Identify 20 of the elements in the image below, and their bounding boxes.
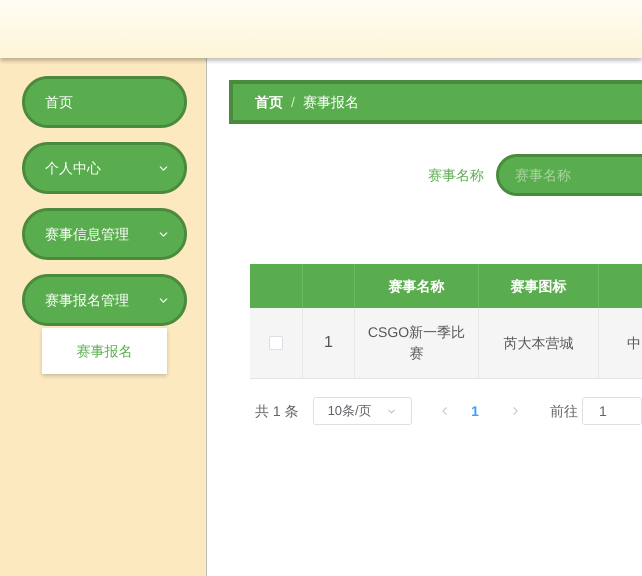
breadcrumb-item: 赛事报名	[302, 92, 359, 112]
breadcrumb-separator: /	[291, 92, 295, 112]
search-label: 赛事名称	[428, 166, 484, 184]
menu-item[interactable]: 赛事报名管理	[22, 274, 187, 326]
menu-item[interactable]: 赛事信息管理	[22, 208, 187, 260]
page-number[interactable]: 1	[471, 400, 479, 422]
goto-page-field[interactable]: 1	[582, 397, 642, 425]
table-cell: 1	[303, 308, 355, 378]
row-checkbox[interactable]	[269, 336, 283, 350]
page-size-select[interactable]: 10条/页	[312, 397, 412, 425]
table-cell: 芮大本营城	[479, 308, 599, 378]
menu-item[interactable]: 首页	[22, 76, 187, 128]
table-cell: 中	[599, 308, 642, 378]
breadcrumb-item[interactable]: 首页	[255, 92, 283, 112]
table-cell: CSGO新一季比赛	[355, 308, 479, 378]
goto-label: 前往	[550, 402, 578, 420]
menu-item[interactable]: 个人中心	[22, 142, 187, 194]
submenu-item[interactable]: 赛事报名	[42, 328, 167, 374]
total-count: 共 1 条	[255, 402, 299, 420]
search-field[interactable]: 赛事名称	[496, 154, 642, 196]
